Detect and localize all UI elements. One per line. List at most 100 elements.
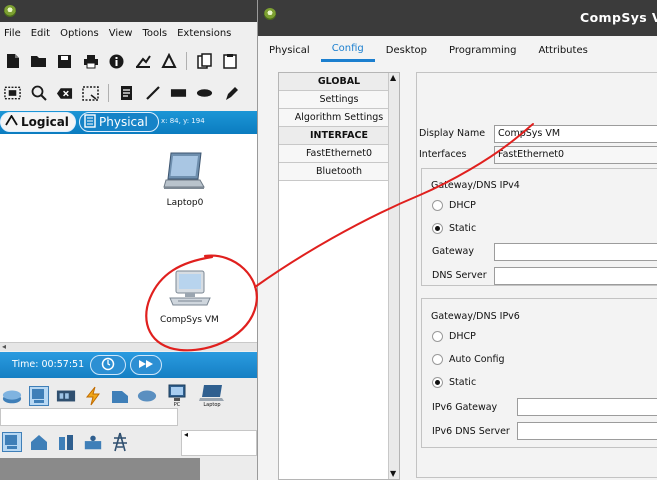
power-cycle-button[interactable] [90, 355, 126, 375]
tab-config[interactable]: Config [320, 38, 375, 62]
misc-icon[interactable] [110, 386, 130, 406]
components-icon[interactable] [56, 386, 76, 406]
side-nav-fastethernet0[interactable]: FastEthernet0 [279, 145, 399, 163]
ipv6-dns-input[interactable] [517, 422, 657, 440]
info-icon[interactable] [108, 53, 125, 70]
scroll-up-arrow-icon[interactable]: ▲ [390, 73, 396, 82]
side-nav-scrollbar[interactable]: ▲ ▼ [388, 73, 399, 479]
device-search-field[interactable] [0, 408, 178, 426]
ipv6-static-label: Static [449, 377, 477, 388]
side-nav-algorithm-settings[interactable]: Algorithm Settings [279, 109, 399, 127]
select-icon[interactable] [4, 85, 21, 102]
tray-status-strip [0, 458, 200, 480]
ellipse-icon[interactable] [196, 85, 213, 102]
connections-icon[interactable] [83, 386, 103, 406]
ipv4-gateway-input[interactable] [494, 243, 657, 261]
end-devices-icon[interactable] [29, 386, 49, 406]
ipv6-autoconfig-label: Auto Config [449, 354, 505, 365]
display-name-label: Display Name [419, 128, 486, 139]
interfaces-label: Interfaces [419, 149, 467, 160]
open-folder-icon[interactable] [30, 53, 47, 70]
side-nav-bluetooth[interactable]: Bluetooth [279, 163, 399, 181]
ipv4-dns-label: DNS Server [432, 270, 487, 281]
menu-file[interactable]: File [4, 28, 21, 39]
menu-tools[interactable]: Tools [142, 28, 167, 39]
ipv6-static-radio[interactable]: Static [432, 377, 476, 388]
note-icon[interactable] [118, 85, 135, 102]
tab-physical[interactable]: Physical [258, 38, 321, 62]
view-mode-bar: Logical Physical x: 84, y: 194 [0, 111, 257, 134]
interfaces-select[interactable]: FastEthernet0 [494, 146, 657, 164]
device-model-list[interactable]: ◂ [181, 430, 257, 456]
menu-edit[interactable]: Edit [31, 28, 50, 39]
multiuser-icon[interactable] [137, 386, 157, 406]
paste-icon[interactable] [222, 53, 239, 70]
pc-icon [166, 268, 212, 311]
side-nav-global-header: GLOBAL [279, 73, 399, 91]
fast-forward-button[interactable] [130, 355, 162, 375]
ipv6-gateway-input[interactable] [517, 398, 657, 416]
industrial-icon[interactable] [56, 432, 76, 452]
display-name-input[interactable]: CompSys VM [494, 125, 657, 143]
rectangle-icon[interactable] [170, 85, 187, 102]
home-icon[interactable] [29, 432, 49, 452]
activity-wizard-icon[interactable] [134, 53, 151, 70]
main-window: File Edit Options View Tools Extensions [0, 0, 257, 480]
logical-workspace[interactable]: Laptop0 CompSys VM [0, 134, 257, 344]
inspect-icon[interactable] [30, 85, 47, 102]
ipv6-dhcp-label: DHCP [449, 331, 476, 342]
pc-category-icon[interactable] [2, 432, 22, 452]
realtime-bar: Time: 00:57:51 [0, 352, 257, 378]
laptop-model-label: Laptop [203, 402, 221, 408]
workspace-horizontal-scrollbar[interactable]: ◂ [0, 342, 257, 351]
print-icon[interactable] [82, 53, 99, 70]
list-scroll-left-icon[interactable]: ◂ [184, 430, 188, 439]
tab-programming[interactable]: Programming [438, 38, 527, 62]
tab-desktop[interactable]: Desktop [375, 38, 438, 62]
ipv6-dhcp-radio[interactable]: DHCP [432, 331, 476, 342]
copy-icon[interactable] [196, 53, 213, 70]
side-nav-settings[interactable]: Settings [279, 91, 399, 109]
device-window-titlebar[interactable]: CompSys V [258, 0, 657, 36]
ipv6-autoconfig-radio[interactable]: Auto Config [432, 354, 505, 365]
save-icon[interactable] [56, 53, 73, 70]
power-cycle-icon [101, 357, 115, 374]
ipv4-static-radio[interactable]: Static [432, 223, 476, 234]
scroll-left-arrow-icon[interactable]: ◂ [2, 342, 6, 351]
iot-icon[interactable] [83, 432, 103, 452]
main-toolbar [0, 46, 257, 76]
device-compsys-vm[interactable]: CompSys VM [160, 268, 219, 325]
menu-view[interactable]: View [109, 28, 133, 39]
resize-icon[interactable] [82, 85, 99, 102]
radio-on-icon [432, 377, 443, 388]
simulation-time: Time: 00:57:51 [12, 359, 85, 370]
tab-attributes[interactable]: Attributes [527, 38, 598, 62]
ipv6-group: Gateway/DNS IPv6 DHCP Auto Config Static… [421, 298, 657, 448]
ipv4-dhcp-label: DHCP [449, 200, 476, 211]
ipv4-dns-input[interactable] [494, 267, 657, 285]
pc-model-button[interactable]: PC [164, 382, 190, 410]
scroll-down-arrow-icon[interactable]: ▼ [390, 469, 396, 478]
user-profile-icon[interactable] [160, 53, 177, 70]
physical-view-label: Physical [99, 115, 148, 129]
toolbar-separator [186, 52, 187, 70]
ipv4-gateway-label: Gateway [432, 246, 474, 257]
freeform-icon[interactable] [222, 85, 239, 102]
menu-extensions[interactable]: Extensions [177, 28, 231, 39]
network-devices-icon[interactable] [2, 386, 22, 406]
cursor-coordinates: x: 84, y: 194 [161, 117, 205, 125]
ipv6-group-title: Gateway/DNS IPv6 [431, 311, 520, 322]
menu-options[interactable]: Options [60, 28, 99, 39]
ipv4-dhcp-radio[interactable]: DHCP [432, 200, 476, 211]
power-grid-icon[interactable] [110, 432, 130, 452]
line-icon[interactable] [144, 85, 161, 102]
physical-view-icon [84, 113, 96, 131]
new-file-icon[interactable] [4, 53, 21, 70]
delete-icon[interactable] [56, 85, 73, 102]
laptop-model-button[interactable]: Laptop [197, 382, 227, 410]
physical-view-button[interactable]: Physical [79, 112, 159, 132]
device-config-window: CompSys V Physical Config Desktop Progra… [257, 0, 657, 480]
logical-view-button[interactable]: Logical [0, 112, 76, 132]
radio-off-icon [432, 200, 443, 211]
device-laptop0[interactable]: Laptop0 [162, 151, 208, 208]
